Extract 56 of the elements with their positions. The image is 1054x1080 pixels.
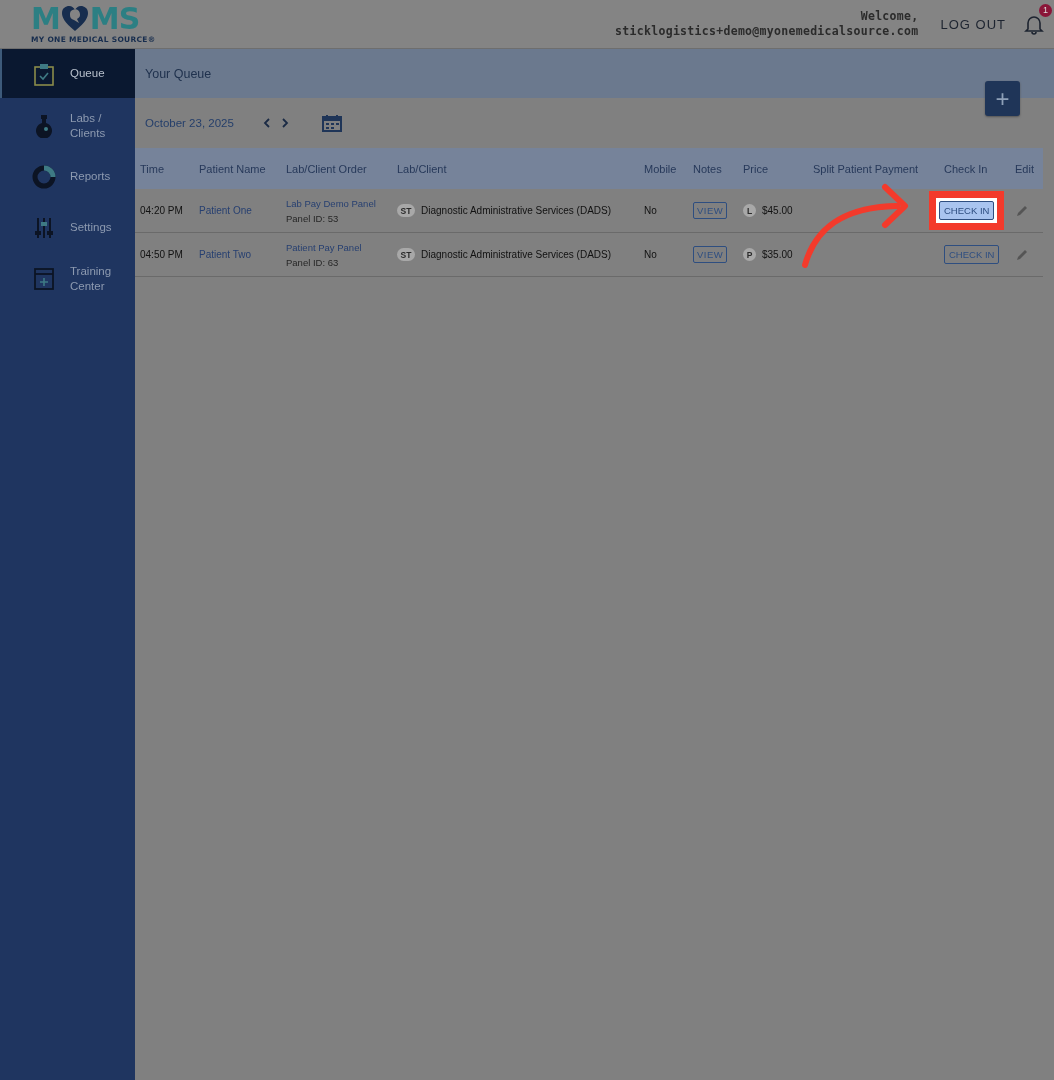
page-title: Your Queue — [145, 66, 212, 81]
book-icon — [32, 266, 56, 291]
pencil-icon — [1015, 203, 1029, 218]
calendar-icon — [321, 114, 342, 132]
time-cell-text: 04:50 PM — [140, 249, 184, 260]
client-name: Diagnostic Administrative Services (DADS) — [421, 249, 612, 260]
sidebar-item[interactable]: Reports — [0, 151, 135, 202]
check-in-button[interactable]: CHECK IN — [944, 245, 1000, 264]
sidebar-item[interactable]: Settings — [0, 202, 135, 253]
column-header: Lab/Client — [397, 162, 448, 175]
donut-chart-icon — [32, 164, 56, 189]
price-cell: $35.00 — [762, 249, 793, 260]
column-header: Patient Name — [199, 162, 267, 175]
client-badge: ST — [397, 248, 415, 261]
date-label: October 23, 2025 — [145, 117, 234, 129]
sidebar-item[interactable]: Training Center — [0, 253, 135, 304]
pencil-icon — [1015, 247, 1029, 262]
time-cell-text: 04:20 PM — [140, 205, 184, 216]
check-in-button[interactable]: CHECK IN — [939, 201, 995, 220]
patient-link[interactable]: Patient One — [199, 205, 286, 216]
order-link[interactable]: Lab Pay Demo Panel — [286, 197, 397, 209]
column-header: Price — [743, 162, 770, 175]
column-header: Edit — [1015, 162, 1035, 175]
mobile-cell-text: No — [644, 205, 658, 216]
chevron-left-icon — [261, 117, 272, 129]
sidebar-item[interactable]: Queue — [0, 49, 135, 98]
heart-logo-icon — [59, 5, 90, 33]
column-header: Check In — [944, 162, 989, 175]
logo-letters: MS — [89, 4, 140, 34]
payment-badge: P — [743, 248, 756, 261]
panel-id: Panel ID: 63 — [286, 256, 340, 268]
chevron-right-icon — [279, 117, 290, 129]
client-name: Diagnostic Administrative Services (DADS) — [421, 205, 612, 216]
column-header: Split Patient Payment — [813, 162, 920, 175]
column-header: Notes — [693, 162, 723, 175]
column-header: Lab/Client Order — [286, 162, 368, 175]
payment-badge: L — [743, 204, 756, 217]
logout-button[interactable]: LOG OUT — [938, 14, 1008, 34]
order-link[interactable]: Patient Pay Panel — [286, 241, 397, 253]
sliders-icon — [32, 215, 56, 240]
clipboard-icon — [32, 61, 56, 86]
notification-badge: 1 — [1039, 4, 1052, 17]
column-header: Mobile — [644, 162, 678, 175]
panel-id: Panel ID: 53 — [286, 212, 340, 224]
price-cell: $45.00 — [762, 205, 793, 216]
column-header: Time — [140, 162, 166, 175]
sidebar-item[interactable]: Labs / Clients — [0, 100, 135, 151]
client-badge: ST — [397, 204, 415, 217]
logo-letters: M — [31, 4, 60, 34]
patient-link[interactable]: Patient Two — [199, 249, 286, 260]
view-button[interactable]: VIEW — [693, 202, 728, 219]
user-email: sticklogistics+demo@myonemedicalsource.com — [615, 24, 919, 39]
welcome-text: Welcome, — [860, 9, 919, 24]
mobile-cell-text: No — [644, 249, 658, 260]
view-button[interactable]: VIEW — [693, 246, 728, 263]
add-button[interactable]: + — [985, 81, 1020, 116]
